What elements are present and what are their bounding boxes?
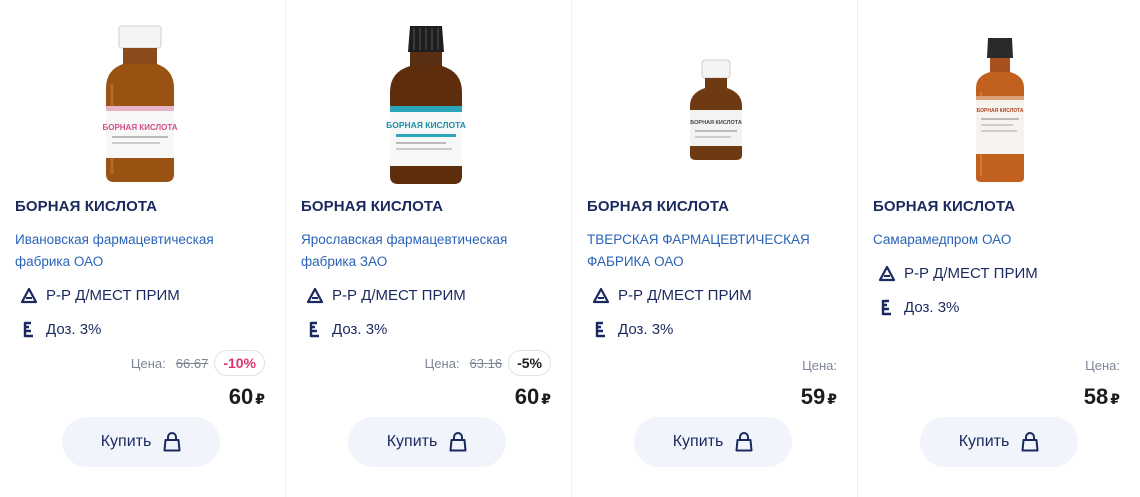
shopping-bag-icon [735, 432, 753, 452]
product-title[interactable]: БОРНАЯ КИСЛОТА [301, 198, 443, 215]
manufacturer-link[interactable]: Ярославская фармацевтическая фабрика ЗАО [301, 229, 541, 273]
dose-text: Доз. 3% [46, 320, 102, 338]
price: 59 ₽ [801, 384, 837, 410]
product-image[interactable]: БОРНАЯ КИСЛОТА [858, 18, 1140, 188]
price-info-row: Цена: 66.67 -10% [131, 350, 265, 376]
price-value: 60 [228, 384, 254, 409]
old-price: 66.67 [175, 355, 209, 371]
dose-scale-icon [18, 319, 40, 339]
buy-button[interactable]: Купить [62, 417, 220, 467]
price: 60 ₽ [229, 384, 265, 410]
bottle-label-text: БОРНАЯ КИСЛОТА [102, 123, 177, 132]
old-price: 63.16 [469, 355, 503, 371]
buy-button-label: Купить [100, 433, 152, 450]
currency-sign: ₽ [255, 391, 265, 407]
product-image[interactable]: БОРНАЯ КИСЛОТА [572, 18, 857, 188]
currency-sign: ₽ [1110, 391, 1120, 407]
dose-attribute: Доз. 3% [18, 319, 101, 339]
dose-scale-icon [876, 297, 898, 317]
dose-attribute: Доз. 3% [304, 319, 387, 339]
product-grid: БОРНАЯ КИСЛОТА БОРНАЯ КИСЛОТА Ивановская… [0, 0, 1140, 497]
discount-badge: -5% [508, 350, 551, 376]
dose-attribute: Доз. 3% [590, 319, 673, 339]
buy-button[interactable]: Купить [634, 417, 792, 467]
form-text: Р-Р Д/МЕСТ ПРИМ [46, 286, 180, 304]
form-text: Р-Р Д/МЕСТ ПРИМ [904, 264, 1038, 282]
triangle-icon [18, 285, 40, 305]
currency-sign: ₽ [827, 391, 837, 407]
buy-button-label: Купить [958, 433, 1010, 450]
price-label: Цена: [130, 355, 166, 371]
product-card[interactable]: БОРНАЯ КИСЛОТА БОРНАЯ КИСЛОТА Ярославска… [286, 0, 572, 497]
price-label: Цена: [802, 358, 837, 373]
price: 60 ₽ [515, 384, 551, 410]
price-value: 59 [800, 384, 826, 409]
bottle-label-text: БОРНАЯ КИСЛОТА [690, 120, 742, 126]
form-attribute: Р-Р Д/МЕСТ ПРИМ [590, 285, 752, 305]
dose-text: Доз. 3% [332, 320, 388, 338]
price: 58 ₽ [1084, 384, 1120, 410]
buy-button[interactable]: Купить [348, 417, 506, 467]
dose-scale-icon [304, 319, 326, 339]
price-label: Цена: [424, 355, 460, 371]
price-info-row: Цена: [1085, 358, 1120, 373]
form-attribute: Р-Р Д/МЕСТ ПРИМ [876, 263, 1038, 283]
product-title[interactable]: БОРНАЯ КИСЛОТА [873, 198, 1015, 215]
shopping-bag-icon [449, 432, 467, 452]
product-title[interactable]: БОРНАЯ КИСЛОТА [587, 198, 729, 215]
form-text: Р-Р Д/МЕСТ ПРИМ [332, 286, 466, 304]
product-title[interactable]: БОРНАЯ КИСЛОТА [15, 198, 157, 215]
product-image[interactable]: БОРНАЯ КИСЛОТА [286, 18, 571, 188]
product-image[interactable]: БОРНАЯ КИСЛОТА [0, 18, 285, 188]
dose-text: Доз. 3% [618, 320, 674, 338]
triangle-icon [590, 285, 612, 305]
shopping-bag-icon [1021, 432, 1039, 452]
buy-button-label: Купить [386, 433, 438, 450]
form-text: Р-Р Д/МЕСТ ПРИМ [618, 286, 752, 304]
price-info-row: Цена: 63.16 -5% [425, 350, 551, 376]
dose-text: Доз. 3% [904, 298, 960, 316]
buy-button[interactable]: Купить [920, 417, 1078, 467]
buy-button-label: Купить [672, 433, 724, 450]
triangle-icon [304, 285, 326, 305]
dose-attribute: Доз. 3% [876, 297, 959, 317]
manufacturer-link[interactable]: Самарамедпром ОАО [873, 229, 1113, 251]
manufacturer-link[interactable]: ТВЕРСКАЯ ФАРМАЦЕВТИЧЕСКАЯ ФАБРИКА ОАО [587, 229, 827, 273]
price-value: 58 [1083, 384, 1109, 409]
product-card[interactable]: БОРНАЯ КИСЛОТА БОРНАЯ КИСЛОТА Самарамедп… [858, 0, 1140, 497]
form-attribute: Р-Р Д/МЕСТ ПРИМ [18, 285, 180, 305]
form-attribute: Р-Р Д/МЕСТ ПРИМ [304, 285, 466, 305]
bottle-label-text: БОРНАЯ КИСЛОТА [386, 120, 466, 130]
shopping-bag-icon [163, 432, 181, 452]
product-card[interactable]: БОРНАЯ КИСЛОТА БОРНАЯ КИСЛОТА ТВЕРСКАЯ Ф… [572, 0, 858, 497]
triangle-icon [876, 263, 898, 283]
product-card[interactable]: БОРНАЯ КИСЛОТА БОРНАЯ КИСЛОТА Ивановская… [0, 0, 286, 497]
price-label: Цена: [1085, 358, 1120, 373]
dose-scale-icon [590, 319, 612, 339]
currency-sign: ₽ [541, 391, 551, 407]
price-info-row: Цена: [802, 358, 837, 373]
manufacturer-link[interactable]: Ивановская фармацевтическая фабрика ОАО [15, 229, 255, 273]
price-value: 60 [514, 384, 540, 409]
bottle-label-text: БОРНАЯ КИСЛОТА [977, 108, 1024, 114]
discount-badge: -10% [214, 350, 265, 376]
